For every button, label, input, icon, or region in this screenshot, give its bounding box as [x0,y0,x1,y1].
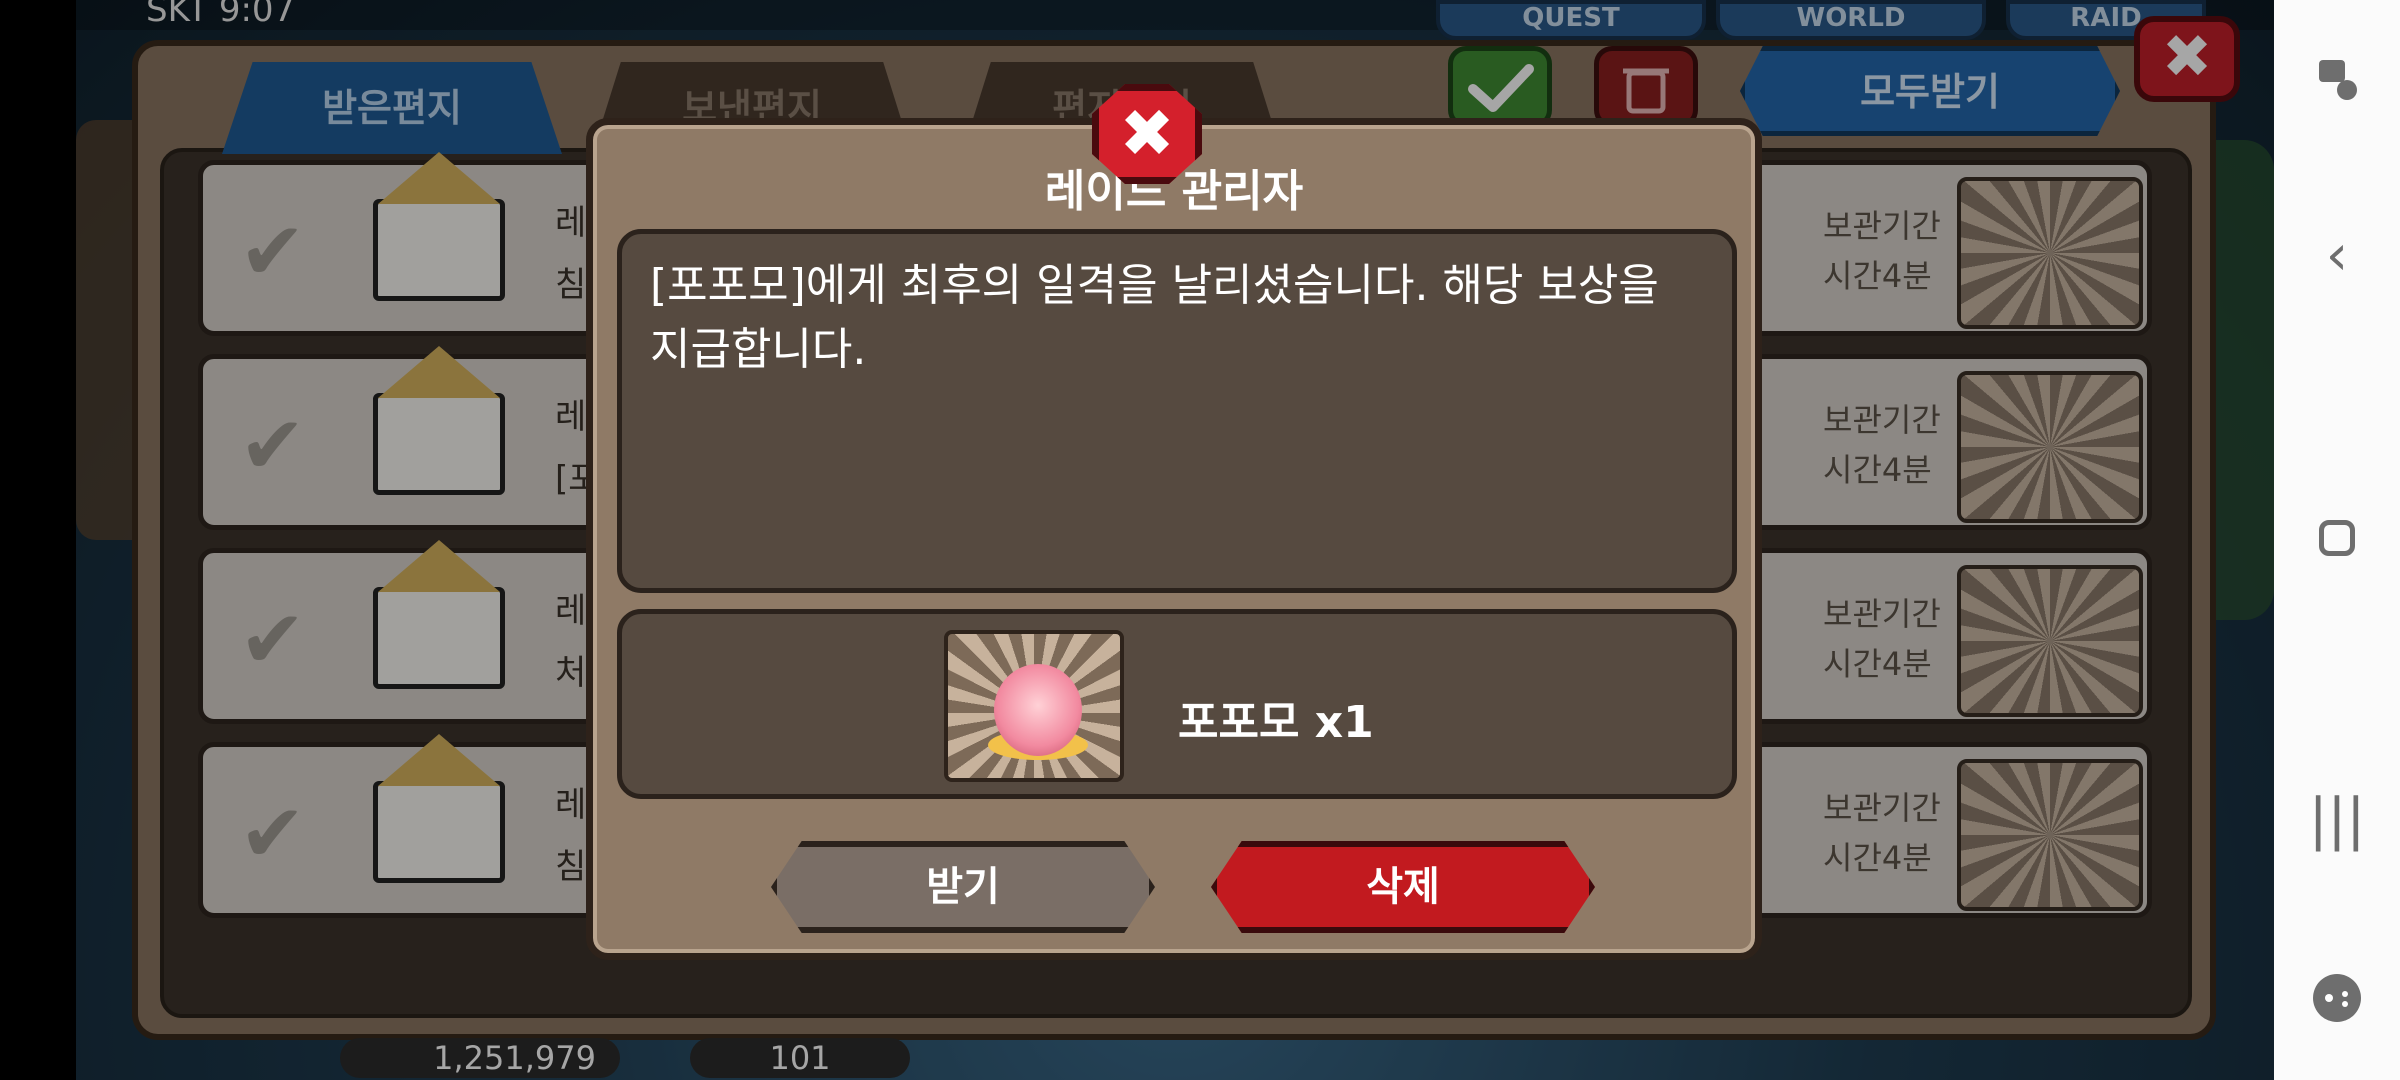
mail-detail-dialog: 레이드 관리자 [포포모]에게 최후의 일격을 날리셨습니다. 해당 보상을 지… [586,118,1762,960]
message-box: [포포모]에게 최후의 일격을 날리셨습니다. 해당 보상을 지급합니다. [617,229,1737,593]
reward-box: 포포모 x1 [617,609,1737,799]
back-icon[interactable]: ‹ [2297,216,2377,296]
android-nav-bar: ‹ ||| [2274,0,2400,1080]
message-text: [포포모]에게 최후의 일격을 날리셨습니다. 해당 보상을 지급합니다. [650,260,1659,375]
touch-lock-icon[interactable] [2297,38,2377,118]
reward-label: 포포모 x1 [1178,697,1374,748]
home-shape [2319,520,2355,556]
receive-button[interactable]: 받기 [771,841,1155,933]
recents-icon[interactable]: ||| [2297,780,2377,860]
game-tools-icon[interactable] [2297,958,2377,1038]
reward-item-icon [944,630,1124,782]
delete-button[interactable]: 삭제 [1211,841,1595,933]
home-icon[interactable] [2297,498,2377,578]
reward-creature [994,664,1082,756]
dialog-close-button[interactable]: ✖ [1092,84,1202,184]
